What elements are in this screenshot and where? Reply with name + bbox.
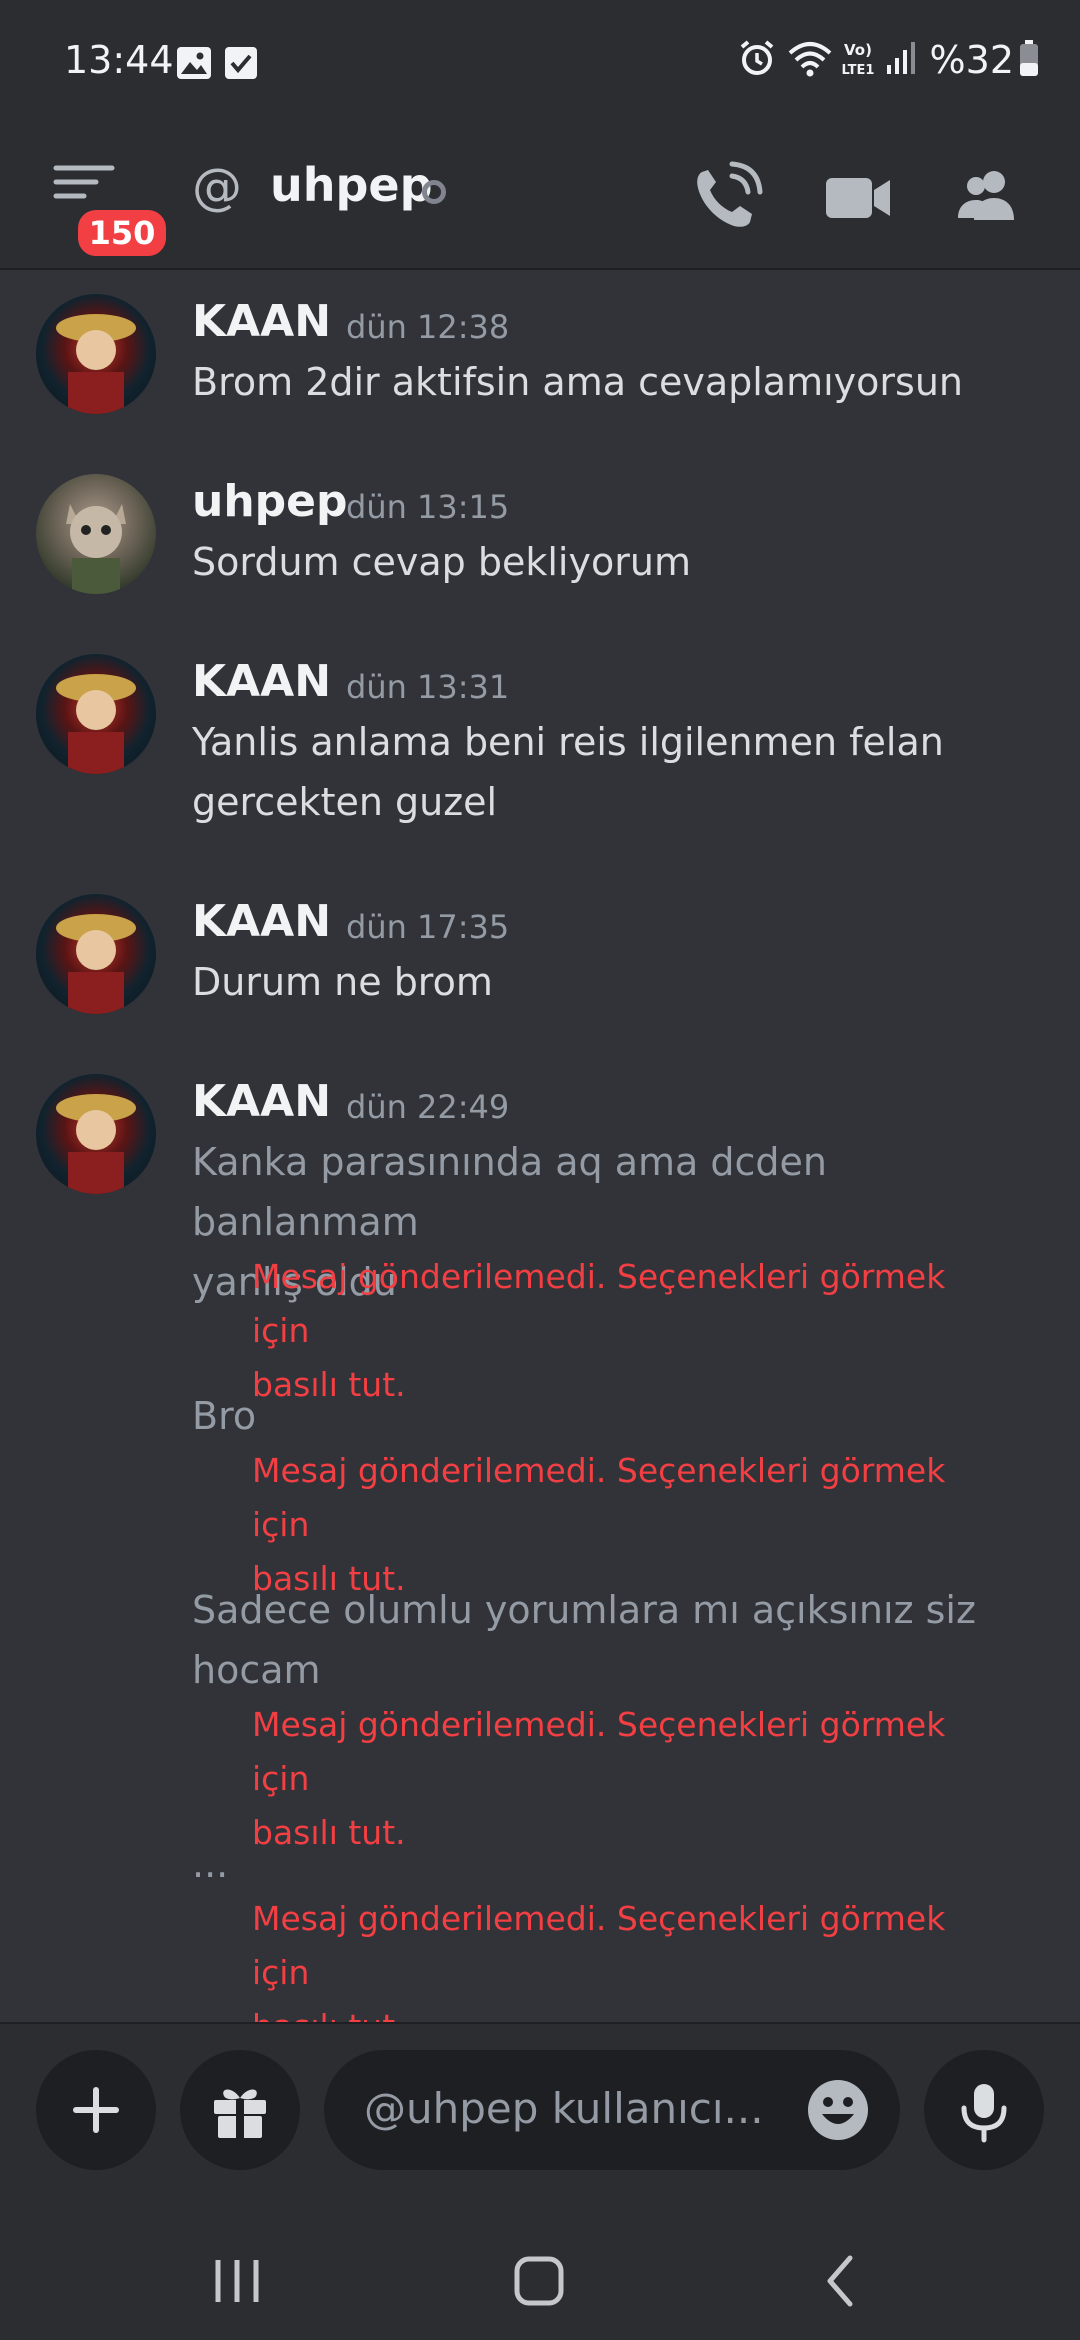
- channel-header: 150 @ uhpep: [0, 128, 1080, 270]
- avatar[interactable]: [36, 474, 156, 594]
- status-bar: 13:44 Vo) LTE1 %32: [0, 0, 1080, 128]
- battery-percent: %32: [929, 38, 1014, 82]
- alarm-icon: [738, 39, 776, 81]
- volte-icon: Vo) LTE1: [838, 38, 878, 82]
- message-text: Durum ne brom: [192, 952, 1032, 1012]
- dm-username[interactable]: uhpep: [270, 158, 433, 212]
- avatar[interactable]: [36, 894, 156, 1014]
- failed-message-text[interactable]: Bro: [192, 1386, 1032, 1446]
- signal-icon: [886, 41, 916, 79]
- failed-message-text[interactable]: Sadece olumlu yorumlara mı açıksınız siz…: [192, 1580, 1032, 1700]
- unread-badge: 150: [72, 204, 172, 262]
- voice-call-button[interactable]: [686, 158, 766, 238]
- message-line: Kanka parasınında aq ama dcden banlanmam: [192, 1140, 827, 1244]
- send-failed-line: Mesaj gönderilemedi. Seçenekleri görmek …: [252, 1451, 946, 1544]
- gift-button[interactable]: [180, 2050, 300, 2170]
- avatar[interactable]: [36, 1074, 156, 1194]
- message-composer: @uhpep kullanıcı...: [0, 2022, 1080, 2224]
- wifi-icon: [788, 39, 832, 81]
- message-author[interactable]: KAAN: [192, 896, 331, 947]
- recent-apps-icon: [202, 2260, 272, 2320]
- at-icon: @: [192, 158, 242, 216]
- message-text: Yanlis anlama beni reis ilgilenmen felan…: [192, 712, 1032, 832]
- send-failed-notice[interactable]: Mesaj gönderilemedi. Seçenekleri görmek …: [252, 1892, 1012, 2022]
- members-icon: [948, 171, 1028, 242]
- attach-button[interactable]: [36, 2050, 156, 2170]
- message-line: hocam: [192, 1648, 321, 1692]
- voice-call-icon: [686, 161, 766, 242]
- menu-button[interactable]: 150: [50, 160, 172, 262]
- home-button[interactable]: [504, 2246, 574, 2316]
- send-failed-line: Mesaj gönderilemedi. Seçenekleri görmek …: [252, 1257, 946, 1350]
- message-line: Durum ne brom: [192, 960, 493, 1004]
- battery-icon: [1018, 39, 1040, 81]
- svg-text:LTE1: LTE1: [841, 63, 874, 78]
- send-failed-line: Mesaj gönderilemedi. Seçenekleri görmek …: [252, 1705, 946, 1798]
- message-author[interactable]: uhpep: [192, 476, 347, 527]
- plus-icon: [36, 2087, 156, 2174]
- message-line: gercekten guzel: [192, 780, 498, 824]
- check-box-icon: [224, 46, 258, 84]
- image-icon: [176, 46, 212, 84]
- microphone-icon: [924, 2084, 1044, 2174]
- status-indicator: [422, 180, 446, 204]
- message-line: Yanlis anlama beni reis ilgilenmen felan: [192, 720, 944, 764]
- system-nav-bar: [0, 2222, 1080, 2340]
- send-failed-line: Mesaj gönderilemedi. Seçenekleri görmek …: [252, 1899, 946, 1992]
- send-failed-line: basılı tut.: [252, 2000, 1012, 2022]
- message-list[interactable]: KAAN dün 12:38 Brom 2dir aktifsin ama ce…: [0, 270, 1080, 2022]
- back-icon: [806, 2255, 876, 2320]
- back-button[interactable]: [806, 2246, 876, 2316]
- failed-message-text[interactable]: ...: [192, 1834, 1032, 1894]
- emoji-icon: [806, 2080, 870, 2146]
- message-input[interactable]: @uhpep kullanıcı...: [324, 2050, 900, 2170]
- message-timestamp: dün 17:35: [346, 908, 510, 946]
- message-line: Bro: [192, 1394, 257, 1438]
- recent-apps-button[interactable]: [202, 2246, 272, 2316]
- message-author[interactable]: KAAN: [192, 1076, 331, 1127]
- message-author[interactable]: KAAN: [192, 296, 331, 347]
- discord-dm-screen: 13:44 Vo) LTE1 %32 150 @ uhpep KAAN dün …: [0, 0, 1080, 2340]
- message-line: ...: [192, 1842, 229, 1886]
- message-author[interactable]: KAAN: [192, 656, 331, 707]
- message-text: Brom 2dir aktifsin ama cevaplamıyorsun: [192, 352, 1032, 412]
- home-icon: [504, 2256, 574, 2320]
- message-line: Sadece olumlu yorumlara mı açıksınız siz: [192, 1588, 976, 1632]
- message-line: Sordum cevap bekliyorum: [192, 540, 691, 584]
- svg-text:Vo): Vo): [844, 41, 872, 59]
- members-button[interactable]: [948, 158, 1028, 238]
- status-right-group: Vo) LTE1 %32: [738, 38, 1040, 82]
- message-timestamp: dün 13:15: [346, 488, 510, 526]
- video-call-icon: [818, 178, 898, 242]
- avatar[interactable]: [36, 294, 156, 414]
- message-input-placeholder: @uhpep kullanıcı...: [364, 2084, 764, 2133]
- message-timestamp: dün 13:31: [346, 668, 510, 706]
- avatar[interactable]: [36, 654, 156, 774]
- gift-icon: [180, 2089, 300, 2174]
- voice-message-button[interactable]: [924, 2050, 1044, 2170]
- status-time: 13:44: [64, 38, 174, 82]
- message-text: Sordum cevap bekliyorum: [192, 532, 1032, 592]
- emoji-button[interactable]: [806, 2078, 870, 2142]
- message-timestamp: dün 22:49: [346, 1088, 510, 1126]
- message-timestamp: dün 12:38: [346, 308, 510, 346]
- message-line: Brom 2dir aktifsin ama cevaplamıyorsun: [192, 360, 963, 404]
- video-call-button[interactable]: [818, 158, 898, 238]
